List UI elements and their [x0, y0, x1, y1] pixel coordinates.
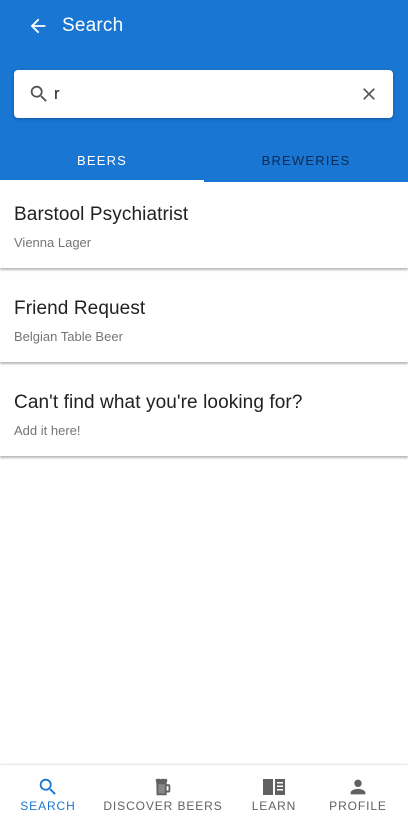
nav-profile[interactable]: PROFILE: [328, 765, 388, 819]
page-title: Search: [62, 15, 124, 36]
search-input[interactable]: [54, 79, 344, 109]
nav-search[interactable]: SEARCH: [18, 765, 78, 819]
beer-style: Vienna Lager: [14, 235, 92, 250]
person-icon: [347, 777, 369, 797]
tab-beers[interactable]: BEERS: [0, 138, 204, 182]
search-icon: [28, 83, 50, 105]
arrow-back-icon: [30, 18, 46, 34]
list-item[interactable]: Friend Request Belgian Table Beer: [0, 276, 408, 362]
beer-style: Belgian Table Beer: [14, 329, 123, 344]
nav-discover-beers[interactable]: DISCOVER BEERS: [103, 765, 223, 819]
beer-name: Friend Request: [14, 298, 146, 319]
nav-label: DISCOVER BEERS: [103, 799, 223, 813]
beer-mug-icon: [152, 777, 174, 797]
beer-name: Barstool Psychiatrist: [14, 204, 189, 225]
nav-label: SEARCH: [20, 799, 76, 813]
nav-label: LEARN: [251, 799, 297, 813]
close-icon: [363, 88, 375, 100]
bottom-navigation: SEARCH DISCOVER BEERS LEARN PROFILE: [0, 765, 408, 819]
results-list: Barstool Psychiatrist Vienna Lager Frien…: [0, 182, 408, 464]
clear-search-button[interactable]: [357, 82, 381, 106]
app-bar: Search: [0, 0, 408, 52]
list-item[interactable]: Barstool Psychiatrist Vienna Lager: [0, 182, 408, 268]
nav-label: PROFILE: [329, 799, 387, 813]
search-box[interactable]: [14, 70, 393, 118]
search-header: BEERS BREWERIES: [0, 52, 408, 182]
book-icon: [262, 777, 286, 797]
add-beer-title: Can't find what you're looking for?: [14, 392, 303, 413]
tab-bar: BEERS BREWERIES: [0, 138, 408, 182]
tab-breweries[interactable]: BREWERIES: [204, 138, 408, 182]
search-icon: [37, 777, 59, 797]
add-beer-card[interactable]: Can't find what you're looking for? Add …: [0, 370, 408, 456]
nav-learn[interactable]: LEARN: [245, 765, 303, 819]
add-beer-link[interactable]: Add it here!: [14, 423, 394, 438]
back-button[interactable]: [24, 12, 52, 40]
